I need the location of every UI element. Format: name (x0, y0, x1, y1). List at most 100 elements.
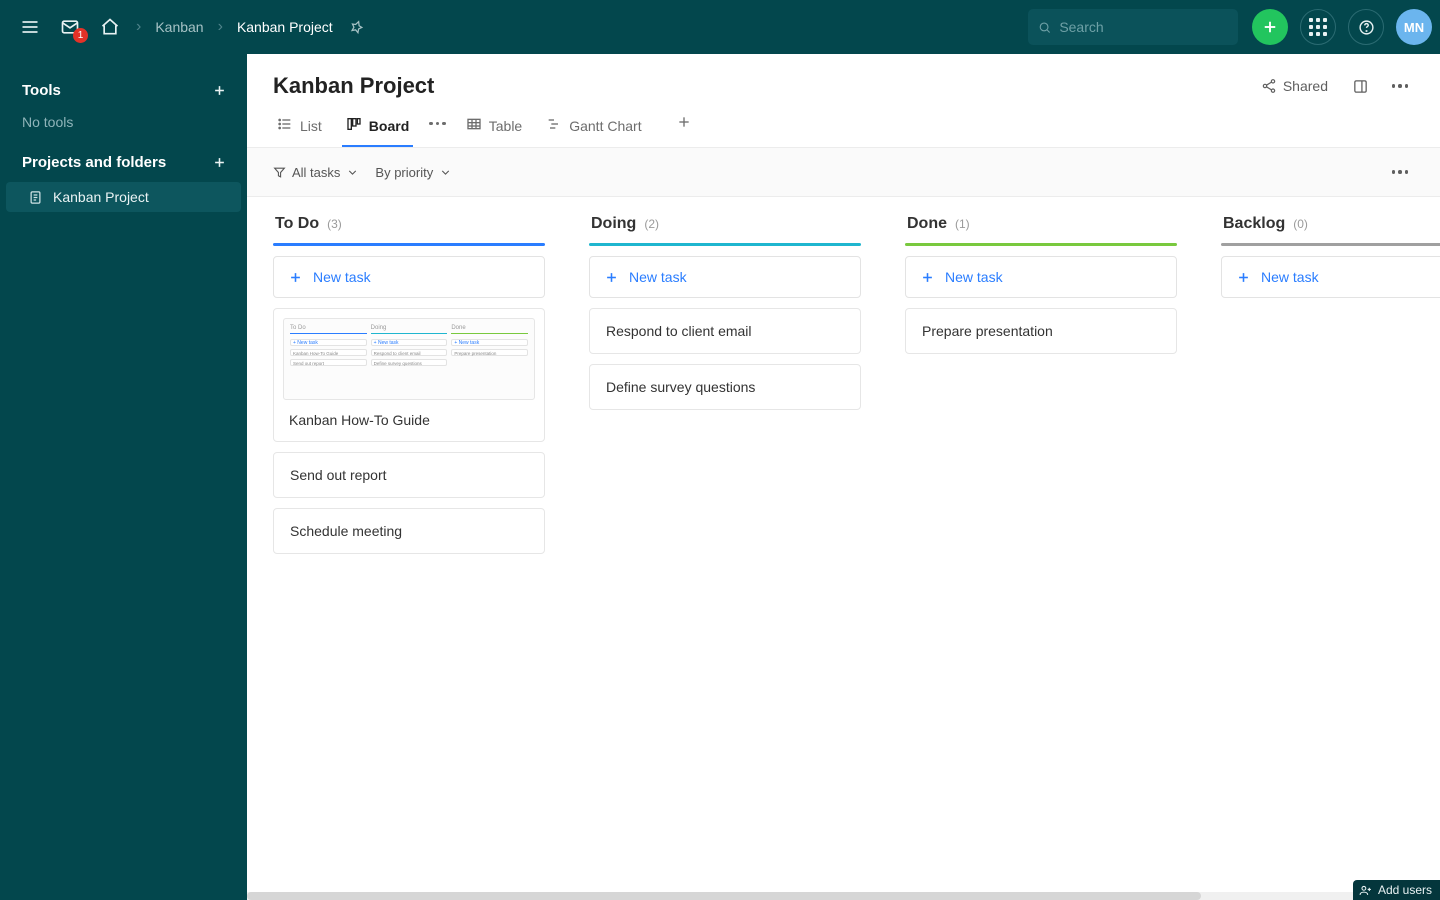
new-task-label: New task (945, 269, 1003, 285)
more-icon (1392, 84, 1409, 88)
add-project-button[interactable] (207, 150, 231, 174)
plus-icon (212, 83, 227, 98)
page-more-button[interactable] (1386, 72, 1414, 100)
tab-icon (277, 116, 293, 135)
tab-icon (466, 116, 482, 135)
breadcrumb-separator: › (214, 18, 227, 36)
sidebar-tools-empty: No tools (0, 108, 247, 144)
home-button[interactable] (92, 9, 128, 45)
plus-icon (212, 155, 227, 170)
task-card[interactable]: Schedule meeting (273, 508, 545, 554)
plus-icon (1261, 18, 1279, 36)
plus-icon (920, 270, 935, 285)
tab-label: List (300, 118, 322, 134)
task-card-title: Prepare presentation (922, 323, 1053, 339)
task-card-title: Send out report (290, 467, 387, 483)
column-accent-bar (589, 243, 861, 246)
chevron-down-icon (439, 166, 452, 179)
task-card-title: Respond to client email (606, 323, 752, 339)
filter-icon (273, 166, 286, 179)
board-scrollbar-track[interactable] (247, 892, 1440, 900)
search-input-wrap[interactable] (1028, 9, 1238, 45)
new-task-label: New task (313, 269, 371, 285)
tab-table[interactable]: Table (462, 110, 526, 147)
board-column: To Do (3) New task To Do+ New taskKanban Ho… (273, 211, 545, 870)
panel-icon (1352, 78, 1369, 95)
pin-button[interactable] (343, 13, 371, 41)
column-title[interactable]: To Do (275, 215, 319, 233)
plus-icon (604, 270, 619, 285)
tab-list[interactable]: List (273, 110, 326, 147)
user-avatar[interactable]: MN (1396, 9, 1432, 45)
more-icon (1392, 170, 1409, 174)
plus-icon (288, 270, 303, 285)
board-scrollbar-thumb[interactable] (247, 892, 1201, 900)
sidebar-item-project[interactable]: Kanban Project (6, 182, 241, 212)
tab-icon (346, 116, 362, 135)
column-accent-bar (1221, 243, 1440, 246)
tab-gantt-chart[interactable]: Gantt Chart (542, 110, 645, 147)
task-card-title: Kanban How-To Guide (283, 412, 535, 432)
column-count: (1) (955, 217, 970, 231)
task-card[interactable]: Prepare presentation (905, 308, 1177, 354)
task-card[interactable]: Respond to client email (589, 308, 861, 354)
column-count: (0) (1293, 217, 1308, 231)
card-preview: To Do+ New taskKanban How-To GuideSend o… (283, 318, 535, 400)
new-task-button[interactable]: New task (589, 256, 861, 298)
column-title[interactable]: Done (907, 215, 947, 233)
new-task-label: New task (629, 269, 687, 285)
breadcrumb-separator: › (132, 18, 145, 36)
more-icon (429, 122, 446, 126)
column-count: (2) (644, 217, 659, 231)
column-accent-bar (273, 243, 545, 246)
task-card-title: Define survey questions (606, 379, 755, 395)
tab-label: Board (369, 118, 409, 134)
apps-grid-icon (1309, 18, 1327, 36)
side-panel-button[interactable] (1346, 72, 1374, 100)
filter-tasks-button[interactable]: All tasks (273, 165, 359, 180)
apps-button[interactable] (1300, 9, 1336, 45)
task-card[interactable]: Define survey questions (589, 364, 861, 410)
add-users-label: Add users (1378, 883, 1432, 897)
search-input[interactable] (1059, 19, 1228, 35)
add-view-button[interactable] (676, 114, 692, 143)
global-create-button[interactable] (1252, 9, 1288, 45)
breadcrumb-root[interactable]: Kanban (149, 15, 209, 39)
task-card[interactable]: To Do+ New taskKanban How-To GuideSend o… (273, 308, 545, 442)
plus-icon (676, 114, 692, 130)
add-users-button[interactable]: Add users (1353, 880, 1440, 900)
task-card[interactable]: Send out report (273, 452, 545, 498)
breadcrumb-current[interactable]: Kanban Project (231, 15, 339, 39)
add-tool-button[interactable] (207, 78, 231, 102)
project-icon (28, 190, 43, 205)
new-task-button[interactable]: New task (1221, 256, 1440, 298)
sort-label: By priority (375, 165, 433, 180)
column-accent-bar (905, 243, 1177, 246)
tab-board[interactable]: Board (342, 110, 413, 147)
hamburger-menu-button[interactable] (12, 9, 48, 45)
board-column: Backlog (0) New task (1221, 211, 1440, 870)
help-icon (1358, 19, 1375, 36)
task-card-title: Schedule meeting (290, 523, 402, 539)
tab-more-button[interactable] (429, 122, 446, 136)
plus-icon (1236, 270, 1251, 285)
new-task-button[interactable]: New task (273, 256, 545, 298)
sidebar-section-projects: Projects and folders (22, 154, 166, 171)
column-title[interactable]: Backlog (1223, 215, 1285, 233)
inbox-button[interactable]: 1 (52, 9, 88, 45)
share-icon (1261, 78, 1277, 94)
board-column: Doing (2) New task Respond to client email D… (589, 211, 861, 870)
sidebar: Tools No tools Projects and folders Kanb… (0, 54, 247, 900)
filter-more-button[interactable] (1386, 158, 1414, 186)
column-title[interactable]: Doing (591, 215, 636, 233)
new-task-button[interactable]: New task (905, 256, 1177, 298)
sort-button[interactable]: By priority (375, 165, 452, 180)
tab-label: Gantt Chart (569, 118, 641, 134)
help-button[interactable] (1348, 9, 1384, 45)
shared-button[interactable]: Shared (1255, 74, 1334, 98)
sidebar-section-tools: Tools (22, 82, 61, 99)
tab-label: Table (489, 118, 522, 134)
column-count: (3) (327, 217, 342, 231)
search-icon (1038, 20, 1051, 35)
shared-label: Shared (1283, 78, 1328, 94)
